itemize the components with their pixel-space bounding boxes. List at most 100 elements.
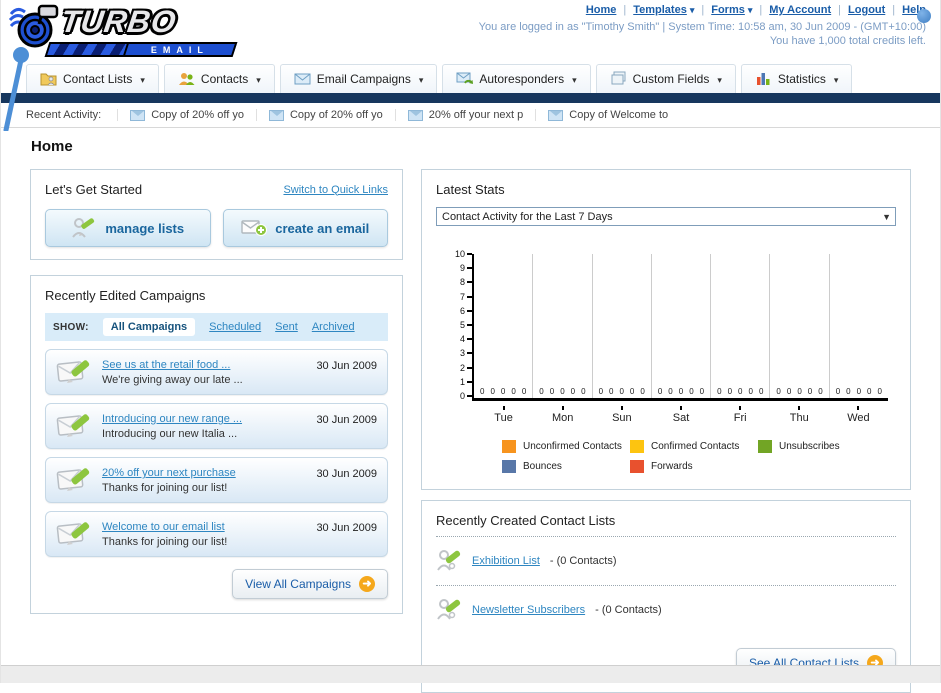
nav-link-logout[interactable]: Logout — [848, 4, 885, 16]
stats-report-dropdown[interactable]: Contact Activity for the Last 7 Days ▼ — [436, 207, 896, 226]
recent-activity-item[interactable]: Copy of Welcome to — [535, 109, 680, 121]
bar-value-label: 0 — [877, 387, 882, 396]
chart-yaxis: 10 9 8 7 6 5 4 3 2 1 0 — [450, 249, 472, 401]
bar-value-label: 0 — [640, 387, 645, 396]
campaign-card[interactable]: See us at the retail food ... We're givi… — [45, 349, 388, 395]
campaign-filter-bar: SHOW: All Campaigns Scheduled Sent Archi… — [45, 313, 388, 341]
pages-icon — [611, 71, 626, 85]
chart-group: 00000 — [770, 254, 830, 398]
chevron-down-icon — [138, 72, 145, 86]
recent-activity-item[interactable]: 20% off your next p — [394, 109, 536, 121]
chart-xaxis: Tue Mon Sun Sat Fri Thu Wed — [474, 406, 888, 424]
y-tick-label: 9 — [460, 263, 472, 273]
chart-group: 00000 — [533, 254, 593, 398]
tab-statistics[interactable]: Statistics — [740, 64, 853, 93]
tab-autoresponders[interactable]: Autoresponders — [442, 64, 591, 93]
bar-value-label: 0 — [619, 387, 624, 396]
dotted-divider — [436, 585, 896, 586]
bar-value-label: 0 — [668, 387, 673, 396]
navy-divider-bar — [1, 93, 940, 103]
filter-archived[interactable]: Archived — [312, 321, 355, 333]
y-tick-label: 1 — [460, 377, 472, 387]
campaign-card[interactable]: Welcome to our email list Thanks for joi… — [45, 511, 388, 557]
envelope-pencil-icon — [56, 360, 90, 383]
bar-value-label: 0 — [727, 387, 733, 396]
bar-value-label: 0 — [560, 387, 565, 396]
y-tick-label: 6 — [460, 306, 472, 316]
switch-quick-links[interactable]: Switch to Quick Links — [283, 184, 388, 196]
bar-value-label: 0 — [511, 387, 516, 396]
main-navigation: Contact Lists Contacts Email Campaigns A… — [1, 60, 940, 93]
bar-value-label: 0 — [581, 387, 586, 396]
recent-activity-item[interactable]: Copy of 20% off yo — [255, 109, 395, 121]
nav-link-home[interactable]: Home — [586, 4, 617, 16]
latest-stats-title: Latest Stats — [436, 182, 505, 197]
filter-sent[interactable]: Sent — [275, 321, 298, 333]
campaign-card[interactable]: Introducing our new range ... Introducin… — [45, 403, 388, 449]
bar-value-label: 0 — [570, 387, 576, 396]
people-pencil-icon — [437, 550, 461, 571]
stats-dropdown-value: Contact Activity for the Last 7 Days — [442, 210, 613, 223]
nav-link-forms[interactable]: Forms — [711, 4, 752, 16]
chart-group: 00000 — [711, 254, 771, 398]
legend-swatch — [502, 440, 516, 453]
legend-swatch — [630, 460, 644, 473]
bar-value-label: 0 — [717, 387, 722, 396]
create-email-label: create an email — [275, 220, 370, 236]
campaign-title-link[interactable]: See us at the retail food ... — [102, 359, 230, 371]
campaigns-title: Recently Edited Campaigns — [45, 288, 206, 303]
contact-list-count: - (0 Contacts) — [595, 604, 662, 616]
contact-lists-title: Recently Created Contact Lists — [436, 513, 616, 528]
create-email-button[interactable]: create an email — [222, 209, 388, 247]
envelope-pencil-icon — [56, 522, 90, 545]
recent-activity-item[interactable]: Copy of 20% off yo — [117, 109, 256, 121]
nav-link-my-account[interactable]: My Account — [769, 4, 831, 16]
campaign-title-link[interactable]: Welcome to our email list — [102, 521, 225, 533]
bar-value-label: 0 — [867, 387, 872, 396]
dotted-divider — [436, 536, 896, 537]
tab-label: Email Campaigns — [316, 71, 411, 86]
bar-value-label: 0 — [480, 387, 485, 396]
page-footer — [1, 665, 940, 683]
bar-value-label: 0 — [678, 387, 684, 396]
chart-group: 00000 — [652, 254, 712, 398]
x-axis-category: Sun — [592, 406, 651, 424]
people-pencil-icon — [437, 599, 461, 620]
tab-label: Statistics — [777, 71, 826, 86]
bar-value-label: 0 — [598, 387, 604, 396]
tab-label: Custom Fields — [632, 71, 710, 86]
filter-scheduled[interactable]: Scheduled — [209, 321, 261, 333]
logo-hazard-stripes — [47, 44, 129, 55]
manage-lists-button[interactable]: manage lists — [45, 209, 211, 247]
tab-email-campaigns[interactable]: Email Campaigns — [279, 64, 438, 93]
x-axis-category: Tue — [474, 406, 533, 424]
envelope-pencil-icon — [56, 468, 90, 491]
activity-item-label: Copy of 20% off yo — [151, 109, 244, 121]
x-axis-category: Sat — [651, 406, 710, 424]
nav-link-templates[interactable]: Templates — [633, 4, 694, 16]
credits-text: You have 1,000 total credits left. — [769, 35, 926, 47]
login-status-text: You are logged in as "Timothy Smith" | S… — [478, 21, 926, 33]
contact-list-link[interactable]: Exhibition List — [472, 555, 540, 567]
bar-value-label: 0 — [549, 387, 555, 396]
view-all-campaigns-label: View All Campaigns — [245, 577, 351, 591]
campaign-card[interactable]: 20% off your next purchase Thanks for jo… — [45, 457, 388, 503]
contact-list-link[interactable]: Newsletter Subscribers — [472, 604, 585, 616]
tab-custom-fields[interactable]: Custom Fields — [595, 64, 736, 93]
campaign-title-link[interactable]: 20% off your next purchase — [102, 467, 236, 479]
chevron-down-icon — [832, 72, 839, 86]
tab-label: Contact Lists — [63, 71, 133, 86]
turbo-email-logo[interactable]: TURBO EMAIL — [9, 4, 244, 57]
y-tick-label: 5 — [460, 320, 472, 330]
y-tick-label: 2 — [460, 363, 472, 373]
show-label: SHOW: — [53, 321, 89, 333]
envelope-refresh-icon — [456, 72, 474, 84]
tab-contacts[interactable]: Contacts — [163, 64, 275, 93]
filter-all-campaigns[interactable]: All Campaigns — [102, 318, 196, 336]
x-axis-category: Fri — [711, 406, 770, 424]
bar-value-label: 0 — [758, 387, 764, 396]
get-started-title: Let's Get Started — [45, 182, 143, 197]
view-all-campaigns-button[interactable]: View All Campaigns ➜ — [232, 569, 388, 599]
campaign-title-link[interactable]: Introducing our new range ... — [102, 413, 242, 425]
tab-contact-lists[interactable]: Contact Lists — [26, 64, 159, 93]
